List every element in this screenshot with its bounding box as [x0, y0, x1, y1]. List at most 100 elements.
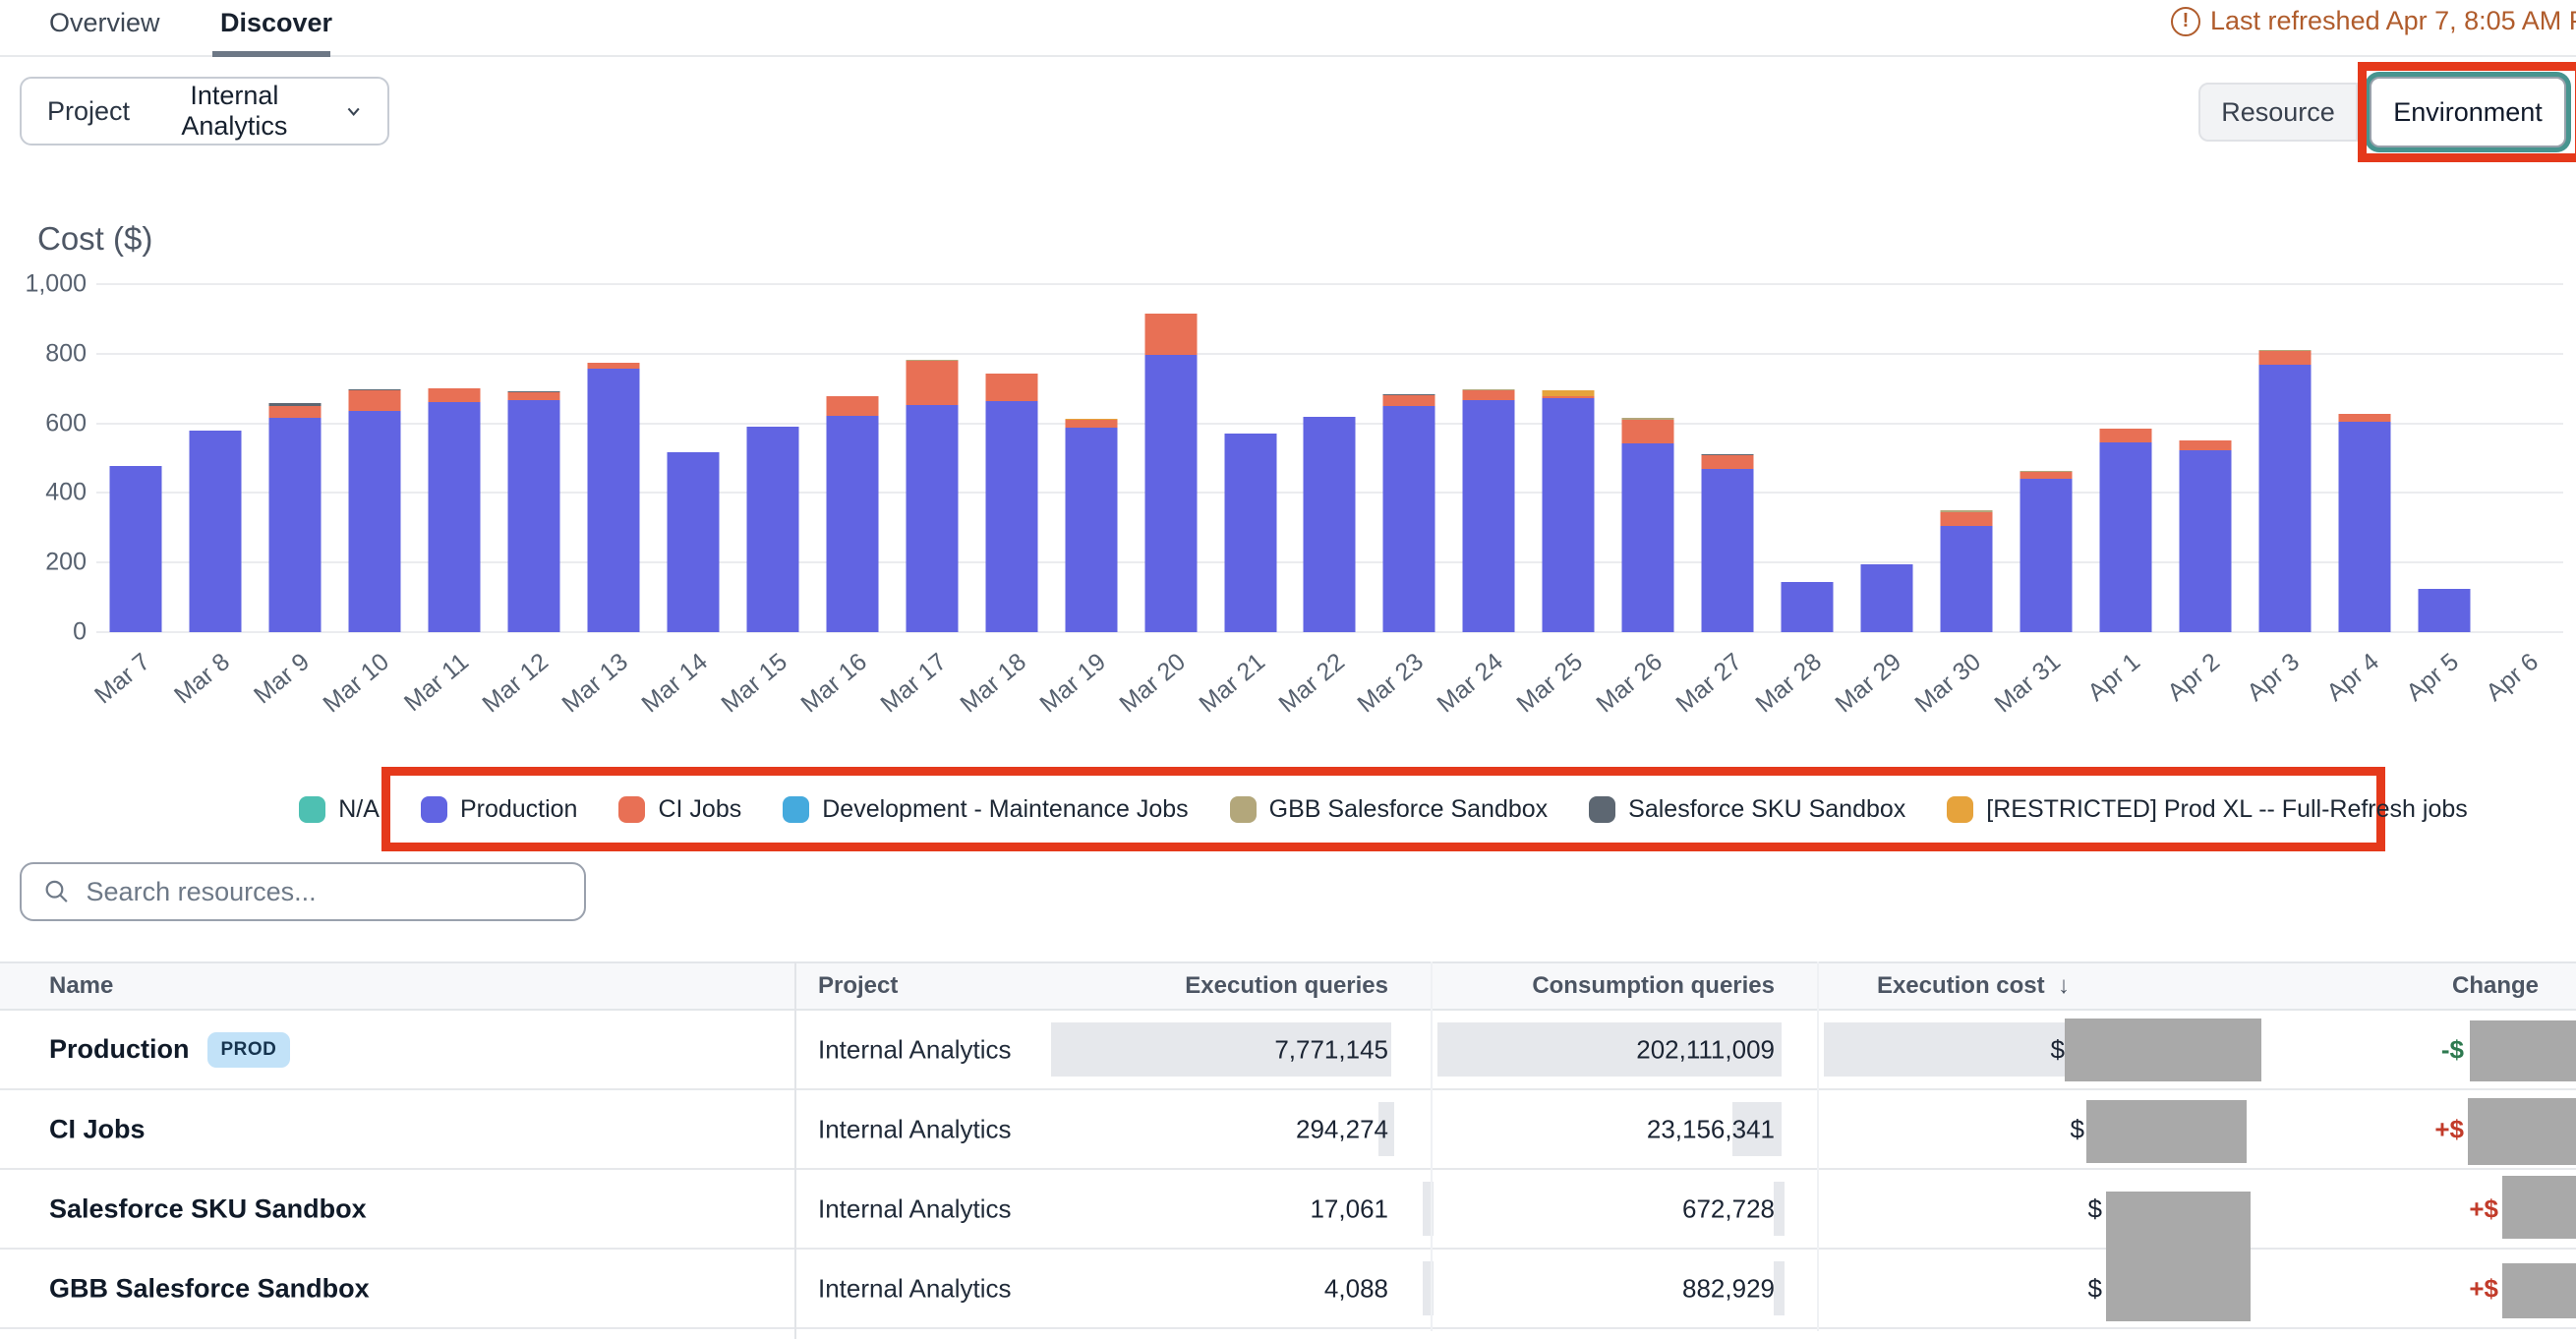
bar-segment[interactable]	[1940, 510, 1992, 512]
bar-segment[interactable]	[1702, 469, 1754, 632]
bar-apr-6[interactable]	[2484, 284, 2563, 632]
bar-segment[interactable]	[588, 369, 640, 632]
bar-apr-2[interactable]	[2165, 284, 2245, 632]
bar-mar-9[interactable]	[256, 284, 335, 632]
bar-mar-15[interactable]	[732, 284, 812, 632]
bar-segment[interactable]	[1383, 395, 1435, 407]
bar-mar-18[interactable]	[971, 284, 1051, 632]
bar-segment[interactable]	[1383, 406, 1435, 632]
bar-mar-19[interactable]	[1051, 284, 1131, 632]
bar-mar-26[interactable]	[1609, 284, 1688, 632]
table-row-ci-jobs[interactable]: CI JobsInternal Analytics294,27423,156,3…	[0, 1090, 2576, 1170]
bar-segment[interactable]	[2258, 350, 2311, 351]
resource-name[interactable]: CI Jobs	[49, 1114, 146, 1144]
bar-segment[interactable]	[985, 374, 1037, 401]
bar-segment[interactable]	[1065, 419, 1117, 421]
bar-segment[interactable]	[1463, 389, 1515, 390]
legend-item[interactable]: N/A	[299, 795, 380, 824]
bar-segment[interactable]	[2020, 471, 2072, 472]
bar-mar-21[interactable]	[1210, 284, 1290, 632]
bar-segment[interactable]	[349, 390, 401, 410]
bar-segment[interactable]	[2418, 589, 2470, 632]
bar-segment[interactable]	[1702, 454, 1754, 455]
legend-item[interactable]: CI Jobs	[618, 795, 741, 824]
bar-segment[interactable]	[1463, 390, 1515, 400]
bar-mar-10[interactable]	[335, 284, 415, 632]
bar-segment[interactable]	[1543, 390, 1595, 396]
bar-segment[interactable]	[2020, 472, 2072, 479]
bar-segment[interactable]	[1543, 396, 1595, 398]
bar-mar-12[interactable]	[495, 284, 574, 632]
bar-segment[interactable]	[1224, 434, 1276, 632]
resource-name[interactable]: Salesforce SKU Sandbox	[49, 1193, 367, 1224]
bar-segment[interactable]	[906, 405, 958, 632]
bar-mar-16[interactable]	[812, 284, 892, 632]
bar-segment[interactable]	[429, 402, 481, 632]
bar-segment[interactable]	[508, 391, 560, 392]
bar-segment[interactable]	[1383, 394, 1435, 395]
bar-segment[interactable]	[985, 401, 1037, 632]
bar-segment[interactable]	[1065, 428, 1117, 632]
bar-segment[interactable]	[2179, 440, 2231, 449]
bar-segment[interactable]	[1861, 564, 1913, 632]
bar-segment[interactable]	[349, 411, 401, 632]
bar-segment[interactable]	[2338, 422, 2390, 632]
bar-mar-22[interactable]	[1290, 284, 1370, 632]
bar-mar-27[interactable]	[1688, 284, 1768, 632]
bar-segment[interactable]	[1702, 455, 1754, 470]
bar-segment[interactable]	[429, 388, 481, 402]
bar-segment[interactable]	[2179, 450, 2231, 632]
bar-segment[interactable]	[668, 452, 720, 632]
bar-segment[interactable]	[349, 389, 401, 390]
bar-segment[interactable]	[1144, 355, 1197, 632]
bar-segment[interactable]	[1622, 420, 1674, 443]
bar-segment[interactable]	[1622, 418, 1674, 419]
bar-segment[interactable]	[1304, 417, 1356, 632]
bar-mar-23[interactable]	[1370, 284, 1449, 632]
col-project[interactable]: Project	[818, 972, 898, 1000]
bar-segment[interactable]	[826, 396, 878, 416]
bar-segment[interactable]	[1940, 526, 1992, 632]
bar-segment[interactable]	[1622, 443, 1674, 632]
bar-mar-30[interactable]	[1927, 284, 2007, 632]
bar-segment[interactable]	[2099, 429, 2151, 443]
search-input[interactable]	[87, 877, 562, 907]
col-consumption-queries[interactable]: Consumption queries	[1532, 972, 1775, 1000]
bar-segment[interactable]	[269, 403, 322, 406]
legend-item[interactable]: Production	[421, 795, 578, 824]
bar-mar-31[interactable]	[2006, 284, 2085, 632]
bar-mar-17[interactable]	[892, 284, 971, 632]
bar-mar-11[interactable]	[415, 284, 495, 632]
bar-segment[interactable]	[906, 360, 958, 361]
legend-item[interactable]: Development - Maintenance Jobs	[783, 795, 1188, 824]
bar-segment[interactable]	[269, 418, 322, 632]
bar-segment[interactable]	[1144, 314, 1197, 355]
bar-mar-13[interactable]	[574, 284, 654, 632]
bar-mar-8[interactable]	[176, 284, 256, 632]
bar-segment[interactable]	[588, 363, 640, 369]
bar-segment[interactable]	[1065, 420, 1117, 428]
bar-segment[interactable]	[826, 416, 878, 632]
resource-name[interactable]: GBB Salesforce Sandbox	[49, 1273, 370, 1304]
bar-mar-24[interactable]	[1449, 284, 1529, 632]
bar-segment[interactable]	[190, 431, 242, 632]
col-execution-cost[interactable]: Execution cost ↓	[1877, 972, 2070, 1000]
bar-segment[interactable]	[2338, 414, 2390, 422]
bar-segment[interactable]	[1782, 582, 1834, 632]
bar-mar-28[interactable]	[1768, 284, 1847, 632]
bar-apr-1[interactable]	[2085, 284, 2165, 632]
legend-item[interactable]: Salesforce SKU Sandbox	[1589, 795, 1905, 824]
legend-item[interactable]: GBB Salesforce Sandbox	[1230, 795, 1549, 824]
bar-segment[interactable]	[1543, 398, 1595, 632]
bar-segment[interactable]	[2258, 351, 2311, 365]
legend-item[interactable]: [RESTRICTED] Prod XL -- Full-Refresh job…	[1947, 795, 2467, 824]
bar-segment[interactable]	[110, 466, 162, 632]
bar-segment[interactable]	[508, 392, 560, 399]
bar-mar-25[interactable]	[1529, 284, 1609, 632]
bar-apr-4[interactable]	[2324, 284, 2404, 632]
bar-segment[interactable]	[906, 361, 958, 405]
col-execution-queries[interactable]: Execution queries	[1185, 972, 1388, 1000]
bar-segment[interactable]	[1463, 400, 1515, 632]
bar-mar-29[interactable]	[1847, 284, 1927, 632]
bar-segment[interactable]	[746, 427, 798, 632]
